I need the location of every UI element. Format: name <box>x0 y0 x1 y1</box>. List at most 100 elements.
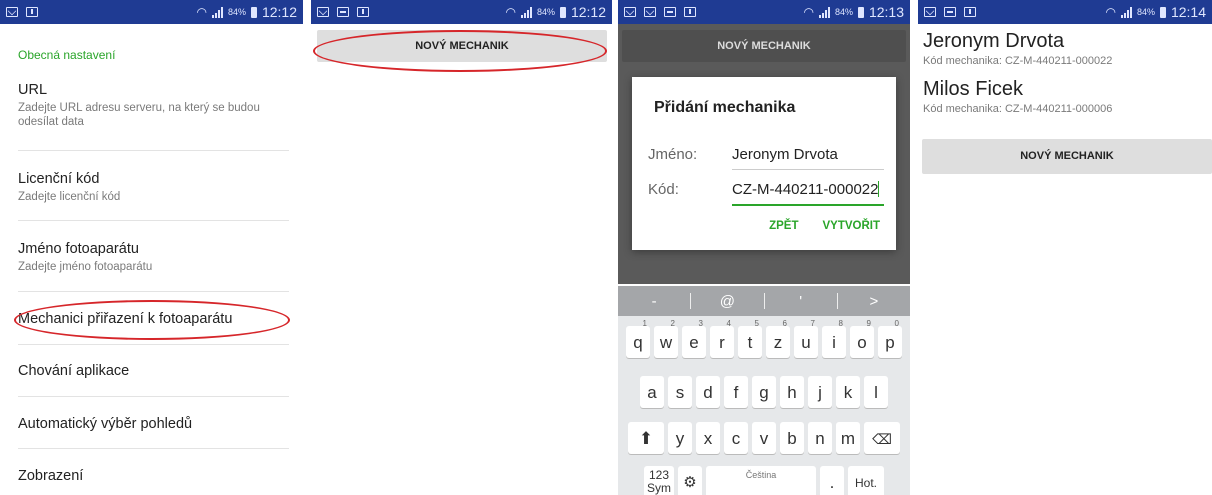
code-input[interactable]: CZ-M-440211-000022 <box>732 181 884 206</box>
key-q[interactable]: 1q <box>626 319 650 358</box>
setting-url[interactable]: URL Zadejte URL adresu serveru, na který… <box>18 78 289 151</box>
calendar-notification-icon <box>26 7 38 17</box>
key-p[interactable]: 0p <box>878 319 902 358</box>
voicemail-notification-icon <box>644 7 656 17</box>
keyboard-row-2: a s d f g h j k l <box>618 376 910 408</box>
key-r[interactable]: 4r <box>710 319 734 358</box>
setting-app-behavior[interactable]: Chování aplikace <box>18 345 289 397</box>
key-e[interactable]: 3e <box>682 319 706 358</box>
key-t[interactable]: 5t <box>738 319 762 358</box>
clock: 12:14 <box>1170 4 1206 20</box>
email-notification-icon <box>924 7 936 17</box>
settings-screen: ◠ 84% 12:12 Obecná nastavení URL Zadejte… <box>0 0 303 495</box>
mechanic-code: Kód mechanika: CZ-M-440211-000022 <box>923 54 1208 68</box>
new-mechanic-button[interactable]: NOVÝ MECHANIK <box>317 30 607 62</box>
key-n[interactable]: n <box>808 422 832 454</box>
signal-icon <box>520 6 532 18</box>
wifi-icon: ◠ <box>196 5 207 19</box>
key-y[interactable]: y <box>668 422 692 454</box>
wifi-icon: ◠ <box>505 5 516 19</box>
setting-title: Chování aplikace <box>18 363 130 379</box>
key-s[interactable]: s <box>668 376 692 408</box>
battery-percent: 84% <box>227 7 246 17</box>
key-m[interactable]: m <box>836 422 860 454</box>
key-dash[interactable]: - <box>618 293 690 310</box>
key-l[interactable]: l <box>864 376 888 408</box>
setting-title: Automatický výběr pohledů <box>18 416 193 432</box>
create-button[interactable]: VYTVOŘIT <box>822 220 880 232</box>
battery-percent: 84% <box>536 7 555 17</box>
list-item[interactable]: Jeronym Drvota Kód mechanika: CZ-M-44021… <box>918 24 1212 68</box>
name-input[interactable]: Jeronym Drvota <box>732 146 884 170</box>
code-label: Kód: <box>648 181 679 198</box>
setting-title: Jméno fotoaparátu <box>18 241 139 257</box>
key-v[interactable]: v <box>752 422 776 454</box>
setting-subtitle: Zadejte jméno fotoaparátu <box>18 261 153 273</box>
code-row: Kód: CZ-M-440211-000022 <box>648 177 884 206</box>
space-key[interactable]: Čeština <box>706 466 816 495</box>
key-c[interactable]: c <box>724 422 748 454</box>
chevron-right-icon[interactable]: > <box>838 293 910 310</box>
key-z[interactable]: 6z <box>766 319 790 358</box>
email-notification-icon <box>6 7 18 17</box>
setting-display[interactable]: Zobrazení <box>18 449 289 495</box>
settings-list: Obecná nastavení URL Zadejte URL adresu … <box>0 24 303 495</box>
screenshot-notification-icon <box>944 7 956 17</box>
key-k[interactable]: k <box>836 376 860 408</box>
email-notification-icon <box>317 7 329 17</box>
dialog-title: Přidání mechanika <box>654 99 796 116</box>
new-mechanic-button[interactable]: NOVÝ MECHANIK <box>922 139 1212 174</box>
key-x[interactable]: x <box>696 422 720 454</box>
clock: 12:13 <box>868 4 904 20</box>
battery-icon <box>250 6 257 18</box>
status-bar: ◠ 84% 12:13 <box>618 0 910 24</box>
shift-key-icon[interactable]: ⬆ <box>628 422 664 454</box>
signal-icon <box>1120 6 1132 18</box>
battery-icon <box>559 6 566 18</box>
key-b[interactable]: b <box>780 422 804 454</box>
keyboard-suggestion-bar: - @ ' > <box>618 286 910 316</box>
list-item[interactable]: Milos Ficek Kód mechanika: CZ-M-440211-0… <box>918 68 1212 116</box>
key-apostrophe[interactable]: ' <box>765 293 837 310</box>
setting-title: Zobrazení <box>18 468 84 484</box>
key-at[interactable]: @ <box>691 293 763 310</box>
key-g[interactable]: g <box>752 376 776 408</box>
keyboard-row-3: ⬆ y x c v b n m ⌫ <box>618 422 910 454</box>
backspace-key-icon[interactable]: ⌫ <box>864 422 900 454</box>
key-d[interactable]: d <box>696 376 720 408</box>
key-j[interactable]: j <box>808 376 832 408</box>
key-o[interactable]: 9o <box>850 319 874 358</box>
clock: 12:12 <box>570 4 606 20</box>
setting-camera-name[interactable]: Jméno fotoaparátu Zadejte jméno fotoapar… <box>18 221 289 292</box>
setting-auto-view-selection[interactable]: Automatický výběr pohledů <box>18 397 289 449</box>
key-i[interactable]: 8i <box>822 319 846 358</box>
battery-icon <box>857 6 864 18</box>
add-mechanic-dialog: Přidání mechanika Jméno: Jeronym Drvota … <box>632 77 896 250</box>
back-button[interactable]: ZPĚT <box>769 220 798 232</box>
calendar-notification-icon <box>964 7 976 17</box>
symbols-key[interactable]: 123 Sym <box>644 466 674 495</box>
status-bar: ◠ 84% 12:12 <box>311 0 612 24</box>
setting-subtitle: Zadejte licenční kód <box>18 191 121 203</box>
setting-license-code[interactable]: Licenční kód Zadejte licenční kód <box>18 151 289 221</box>
mechanic-code: Kód mechanika: CZ-M-440211-000006 <box>923 102 1208 116</box>
key-w[interactable]: 2w <box>654 319 678 358</box>
settings-key-icon[interactable]: ⚙ <box>678 466 702 495</box>
new-mechanic-button: NOVÝ MECHANIK <box>622 30 906 62</box>
key-a[interactable]: a <box>640 376 664 408</box>
setting-camera-mechanics[interactable]: Mechanici přiřazení k fotoaparátu <box>18 292 289 345</box>
setting-subtitle: Zadejte URL adresu serveru, na který se … <box>18 102 260 128</box>
wifi-icon: ◠ <box>803 5 814 19</box>
setting-title: Mechanici přiřazení k fotoaparátu <box>18 311 233 327</box>
key-period[interactable]: . <box>820 466 844 495</box>
key-h[interactable]: h <box>780 376 804 408</box>
key-f[interactable]: f <box>724 376 748 408</box>
calendar-notification-icon <box>684 7 696 17</box>
signal-icon <box>211 6 223 18</box>
done-key[interactable]: Hot. <box>848 466 884 495</box>
email-notification-icon <box>624 7 636 17</box>
battery-icon <box>1159 6 1166 18</box>
key-u[interactable]: 7u <box>794 319 818 358</box>
clock: 12:12 <box>261 4 297 20</box>
signal-icon <box>818 6 830 18</box>
